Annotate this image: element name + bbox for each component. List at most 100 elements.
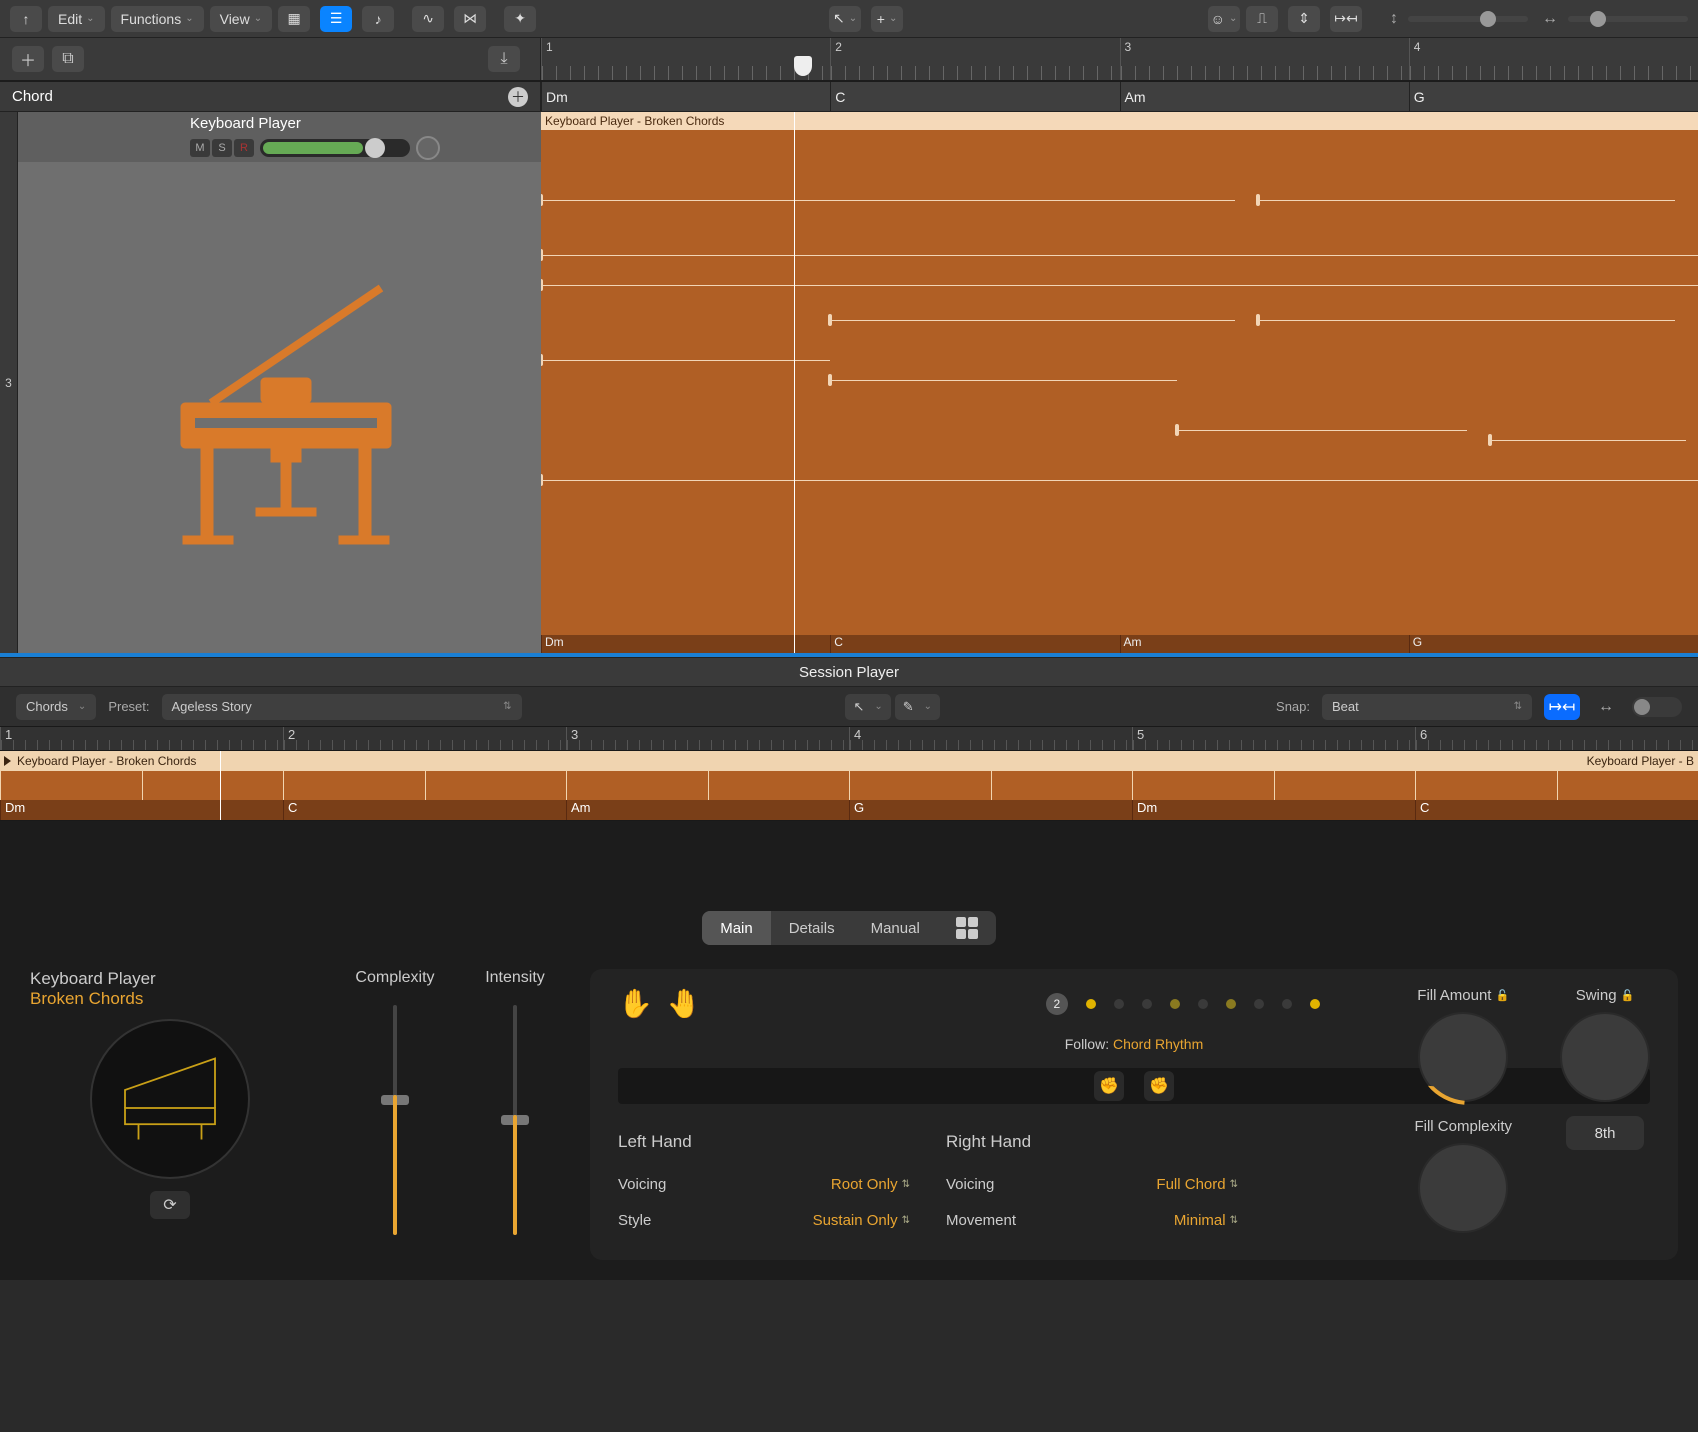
chord-cell[interactable]: C bbox=[830, 82, 1119, 111]
edit-menu[interactable]: Edit⌄ bbox=[48, 6, 105, 32]
mute-button[interactable]: M bbox=[190, 139, 210, 157]
lock-icon[interactable]: 🔓 bbox=[1495, 989, 1509, 1002]
tab-details[interactable]: Details bbox=[771, 911, 853, 945]
vzoom-icon: ↕ bbox=[1390, 10, 1398, 28]
smile-menu[interactable]: ☺⌄ bbox=[1208, 6, 1240, 32]
complexity-slider[interactable] bbox=[393, 1005, 397, 1235]
fill-amount-knob[interactable] bbox=[1418, 1012, 1508, 1102]
pointer-tool[interactable]: ↖⌄ bbox=[829, 6, 861, 32]
automation-icon[interactable]: ∿ bbox=[412, 6, 444, 32]
record-button[interactable]: R bbox=[234, 139, 254, 157]
zoom-controls: ↕ ↔ bbox=[1390, 10, 1688, 28]
grid-icon[interactable]: ▦ bbox=[278, 6, 310, 32]
add-chord-button[interactable]: ＋ bbox=[508, 87, 528, 107]
regenerate-button[interactable]: ⟳ bbox=[150, 1191, 190, 1219]
intensity-slider[interactable] bbox=[513, 1005, 517, 1235]
session-pointer-tool[interactable]: ↖⌄ bbox=[845, 694, 890, 720]
track-header-column: 3 Keyboard Player M S R bbox=[0, 112, 541, 653]
sub-toolbar: ＋ ⧉ ⤓ 1 2 3 4 bbox=[0, 38, 1698, 82]
tab-manual[interactable]: Manual bbox=[853, 911, 938, 945]
updown-icon: ⇅ bbox=[1514, 701, 1522, 712]
region-area[interactable]: Keyboard Player - Broken Chords Dm C Am … bbox=[541, 112, 1698, 653]
fit-icon[interactable]: ↦↤ bbox=[1330, 6, 1362, 32]
swing-knob[interactable] bbox=[1560, 1012, 1650, 1102]
list-icon[interactable]: ☰ bbox=[320, 6, 352, 32]
left-hand-toggle[interactable]: ✊ bbox=[1094, 1071, 1124, 1101]
follow-value[interactable]: Chord Rhythm bbox=[1113, 1036, 1203, 1052]
session-chord: Dm bbox=[1132, 800, 1415, 820]
hzoom-icon: ↔ bbox=[1542, 10, 1558, 28]
session-ruler[interactable]: 1 2 3 4 5 6 bbox=[0, 727, 1698, 751]
left-hand-icon[interactable]: ✋ bbox=[618, 987, 653, 1020]
instrument-icon bbox=[0, 162, 541, 653]
fill-complexity-knob[interactable] bbox=[1418, 1143, 1508, 1233]
right-hand-title: Right Hand bbox=[946, 1132, 1238, 1152]
preset-select[interactable]: Ageless Story⇅ bbox=[162, 694, 522, 720]
region-body[interactable] bbox=[541, 130, 1698, 635]
session-player-title: Session Player bbox=[0, 657, 1698, 687]
chord-track-label: Chord bbox=[12, 88, 53, 105]
track-number: 3 bbox=[0, 112, 18, 653]
tab-main[interactable]: Main bbox=[702, 911, 771, 945]
left-style-label: Style bbox=[618, 1212, 651, 1229]
player-block: Keyboard Player Broken Chords ⟳ bbox=[20, 969, 320, 1219]
snap-fit-button[interactable]: ↦↤ bbox=[1544, 694, 1580, 720]
functions-menu[interactable]: Functions⌄ bbox=[111, 6, 204, 32]
waveform-icon[interactable]: ⎍ bbox=[1246, 6, 1278, 32]
add-track-button[interactable]: ＋ bbox=[12, 46, 44, 72]
score-icon[interactable]: ♪ bbox=[362, 6, 394, 32]
swing-division-select[interactable]: 8th bbox=[1566, 1116, 1644, 1150]
intensity-label: Intensity bbox=[470, 969, 560, 987]
lock-icon[interactable]: 🔓 bbox=[1621, 989, 1635, 1002]
chords-menu[interactable]: Chords⌄ bbox=[16, 694, 96, 720]
player-style-label: Broken Chords bbox=[20, 989, 320, 1009]
vert-zoom-icon[interactable]: ⇕ bbox=[1288, 6, 1320, 32]
up-arrow-button[interactable]: ↑ bbox=[10, 6, 42, 32]
tab-grid[interactable] bbox=[938, 911, 996, 945]
region-footer-chord: C bbox=[830, 635, 1119, 653]
chord-cell[interactable]: G bbox=[1409, 82, 1698, 111]
chord-cell[interactable]: Am bbox=[1120, 82, 1409, 111]
bar-label: 1 bbox=[546, 40, 553, 54]
player-type-label: Keyboard Player bbox=[20, 969, 320, 989]
pan-knob[interactable] bbox=[416, 136, 440, 160]
duplicate-button[interactable]: ⧉ bbox=[52, 46, 84, 72]
right-movement-label: Movement bbox=[946, 1212, 1016, 1229]
chord-track[interactable]: Dm C Am G bbox=[541, 82, 1698, 111]
track-name: Keyboard Player bbox=[190, 115, 531, 132]
view-menu[interactable]: View⌄ bbox=[210, 6, 272, 32]
top-toolbar: ↑ Edit⌄ Functions⌄ View⌄ ▦ ☰ ♪ ∿ ⋈ ✦ ↖⌄ … bbox=[0, 0, 1698, 38]
session-pencil-tool[interactable]: ✎⌄ bbox=[895, 694, 940, 720]
left-voicing-select[interactable]: Root Only⇅ bbox=[831, 1176, 910, 1193]
instrument-preview[interactable] bbox=[90, 1019, 250, 1179]
msr-buttons: M S R bbox=[190, 139, 254, 157]
vertical-zoom-slider[interactable] bbox=[1408, 16, 1528, 22]
right-hand-column: Right Hand Voicing Full Chord⇅ Movement … bbox=[946, 1132, 1238, 1238]
flex-icon[interactable]: ✦ bbox=[504, 6, 536, 32]
catch-playhead-button[interactable]: ⤓ bbox=[488, 46, 520, 72]
link-toggle[interactable] bbox=[1632, 697, 1682, 717]
loop-icon[interactable]: ⋈ bbox=[454, 6, 486, 32]
right-hand-icon[interactable]: 🤚 bbox=[667, 987, 702, 1020]
intensity-slider-block: Intensity bbox=[470, 969, 560, 1235]
bar-label: 4 bbox=[1414, 40, 1421, 54]
session-toolbar: Chords⌄ Preset: Ageless Story⇅ ↖⌄ ✎⌄ Sna… bbox=[0, 687, 1698, 727]
session-chord: G bbox=[849, 800, 1132, 820]
session-chord: C bbox=[1415, 800, 1698, 820]
horizontal-zoom-slider[interactable] bbox=[1568, 16, 1688, 22]
playhead-handle[interactable] bbox=[794, 56, 812, 76]
region-footer-chord: G bbox=[1409, 635, 1698, 653]
track-header[interactable]: Keyboard Player M S R bbox=[0, 112, 541, 162]
volume-slider[interactable] bbox=[260, 139, 410, 157]
chord-cell[interactable]: Dm bbox=[541, 82, 830, 111]
right-voicing-select[interactable]: Full Chord⇅ bbox=[1156, 1176, 1238, 1193]
solo-button[interactable]: S bbox=[212, 139, 232, 157]
snap-label: Snap: bbox=[1276, 699, 1310, 714]
bar-ruler[interactable]: 1 2 3 4 bbox=[541, 38, 1698, 80]
right-movement-select[interactable]: Minimal⇅ bbox=[1174, 1212, 1238, 1229]
session-region[interactable]: Keyboard Player - Broken Chords Keyboard… bbox=[0, 751, 1698, 821]
right-hand-toggle[interactable]: ✊ bbox=[1144, 1071, 1174, 1101]
alt-tool[interactable]: +⌄ bbox=[871, 6, 903, 32]
snap-select[interactable]: Beat⇅ bbox=[1322, 694, 1532, 720]
left-style-select[interactable]: Sustain Only⇅ bbox=[813, 1212, 910, 1229]
